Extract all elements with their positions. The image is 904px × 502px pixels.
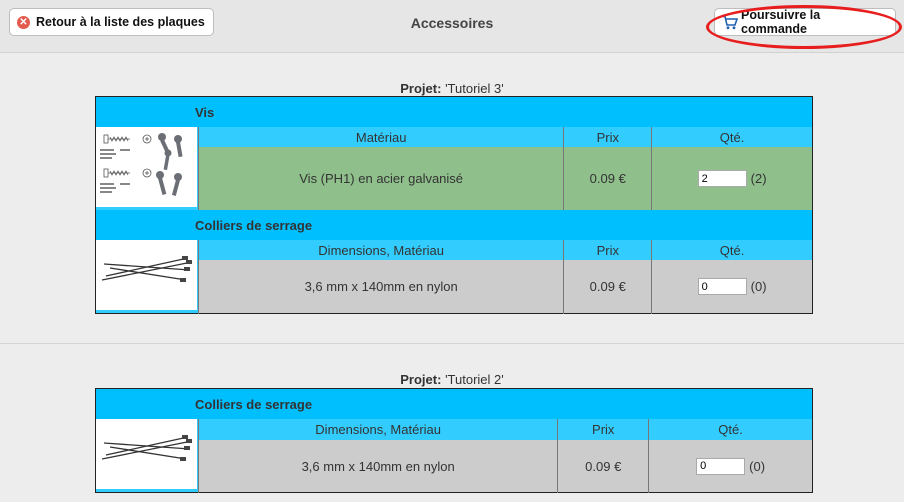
project-label: Projet: [400, 372, 442, 387]
item-price: 0.09 € [557, 440, 649, 493]
project-title: Projet: 'Tutoriel 2' [0, 372, 904, 387]
quantity-input[interactable] [696, 457, 746, 475]
column-header-qty: Qté. [651, 240, 813, 261]
quantity-note: (0) [750, 279, 767, 295]
product-image [95, 240, 199, 314]
product-image [95, 127, 199, 210]
column-header-price: Prix [557, 419, 649, 440]
quantity-note: (0) [749, 458, 766, 474]
item-price: 0.09 € [563, 260, 652, 314]
category-header: Vis [95, 96, 813, 127]
item-description: Vis (PH1) en acier galvanisé [299, 171, 464, 187]
cable-ties-image [96, 419, 198, 489]
table-row: 3,6 mm x 140mm en nylon 0.09 € (0) [95, 260, 813, 314]
project-name: 'Tutoriel 3' [445, 81, 504, 96]
column-header-qty: Qté. [648, 419, 813, 440]
highlight-annotation-ring [706, 5, 902, 49]
column-header-price: Prix [563, 127, 652, 148]
column-header-qty: Qté. [651, 127, 813, 148]
quantity-note: (2) [750, 171, 767, 187]
section-divider [0, 343, 904, 344]
accessories-table: Colliers de serrage Dimensions, Matériau… [95, 388, 813, 493]
category-header: Colliers de serrage [95, 210, 813, 240]
item-description: 3,6 mm x 140mm en nylon [304, 279, 458, 295]
screw-diagram-image [96, 127, 198, 207]
column-header-spec: Dimensions, Matériau [197, 240, 564, 261]
project-title: Projet: 'Tutoriel 3' [0, 81, 904, 96]
product-image [95, 419, 199, 493]
quantity-input[interactable] [697, 278, 747, 296]
column-header-spec: Dimensions, Matériau [197, 419, 558, 440]
project-name: 'Tutoriel 2' [445, 372, 504, 387]
quantity-input[interactable] [697, 170, 747, 188]
item-price: 0.09 € [563, 147, 652, 210]
project-label: Projet: [400, 81, 442, 96]
category-header: Colliers de serrage [95, 388, 813, 419]
cable-ties-image [96, 240, 198, 310]
table-row: 3,6 mm x 140mm en nylon 0.09 € (0) [95, 440, 813, 493]
column-header-spec: Matériau [197, 127, 564, 148]
item-description: 3,6 mm x 140mm en nylon [301, 458, 455, 474]
accessories-table: Vis Matériau Prix Qté. Vis (PH1) en acie… [95, 96, 813, 314]
table-row: Vis (PH1) en acier galvanisé 0.09 € (2) [95, 147, 813, 210]
column-header-price: Prix [563, 240, 652, 261]
